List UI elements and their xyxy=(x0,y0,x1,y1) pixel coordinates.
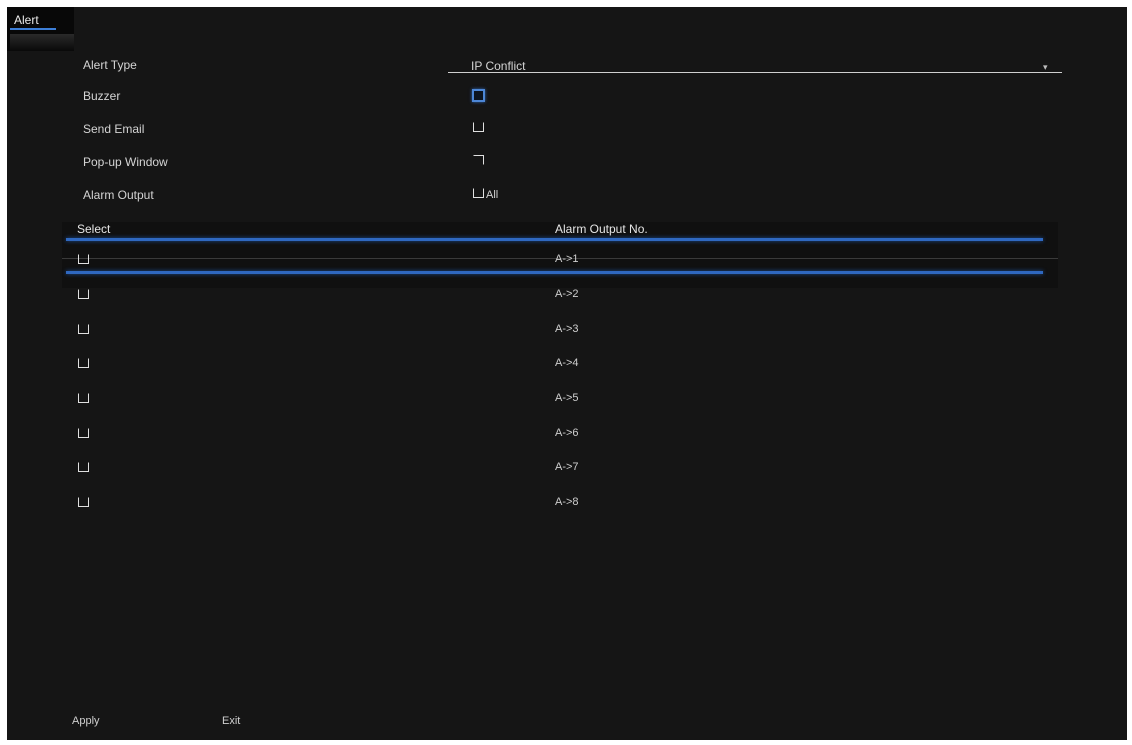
row-select-checkbox[interactable] xyxy=(78,497,89,507)
column-header-select: Select xyxy=(77,222,111,236)
alarm-output-no: A->5 xyxy=(555,392,579,404)
alarm-output-no: A->7 xyxy=(555,461,579,473)
row-select-checkbox[interactable] xyxy=(78,324,89,334)
alarm-output-no: A->1 xyxy=(555,253,579,265)
buzzer-label: Buzzer xyxy=(83,89,121,103)
alert-type-label: Alert Type xyxy=(83,58,137,72)
apply-button[interactable]: Apply xyxy=(72,715,100,727)
alarm-output-all-label: All xyxy=(486,189,499,201)
table-row[interactable]: A->7 xyxy=(7,458,1127,478)
alert-settings-screen: Alert Alert Type IP Conflict ▾ Buzzer Se… xyxy=(7,7,1127,740)
alarm-output-no: A->3 xyxy=(555,323,579,335)
table-row[interactable]: A->8 xyxy=(7,493,1127,513)
alert-type-select-underline xyxy=(448,72,1062,73)
alarm-output-no: A->6 xyxy=(555,427,579,439)
popup-window-checkbox[interactable] xyxy=(473,155,484,165)
popup-window-label: Pop-up Window xyxy=(83,155,168,169)
tab-active-indicator xyxy=(10,28,56,30)
table-row[interactable]: A->4 xyxy=(7,354,1127,374)
alarm-output-label: Alarm Output xyxy=(83,188,154,202)
alarm-output-all-checkbox[interactable] xyxy=(473,188,484,198)
tab-alert-label: Alert xyxy=(14,13,39,27)
alarm-output-no: A->4 xyxy=(555,357,579,369)
alarm-output-no: A->8 xyxy=(555,496,579,508)
row-select-checkbox[interactable] xyxy=(78,358,89,368)
exit-button[interactable]: Exit xyxy=(222,715,240,727)
row-select-checkbox[interactable] xyxy=(78,428,89,438)
table-row[interactable]: A->1 xyxy=(7,250,1127,270)
table-row[interactable]: A->6 xyxy=(7,424,1127,444)
send-email-label: Send Email xyxy=(83,122,145,136)
alarm-output-no: A->2 xyxy=(555,288,579,300)
selected-row-divider xyxy=(66,271,1043,274)
send-email-checkbox[interactable] xyxy=(473,122,484,132)
row-select-checkbox[interactable] xyxy=(78,393,89,403)
tab-alert[interactable]: Alert xyxy=(7,7,74,51)
row-select-checkbox[interactable] xyxy=(78,289,89,299)
chevron-down-icon[interactable]: ▾ xyxy=(1043,62,1048,73)
row-select-checkbox[interactable] xyxy=(78,462,89,472)
column-header-alarm-output-no: Alarm Output No. xyxy=(555,222,648,236)
alert-type-select[interactable]: IP Conflict xyxy=(471,59,525,73)
row-select-checkbox[interactable] xyxy=(78,254,89,264)
buzzer-checkbox[interactable] xyxy=(472,89,485,102)
header-divider xyxy=(66,238,1043,241)
table-row[interactable]: A->5 xyxy=(7,389,1127,409)
table-row[interactable]: A->2 xyxy=(7,285,1127,305)
table-row[interactable]: A->3 xyxy=(7,320,1127,340)
tab-shade xyxy=(10,34,74,51)
